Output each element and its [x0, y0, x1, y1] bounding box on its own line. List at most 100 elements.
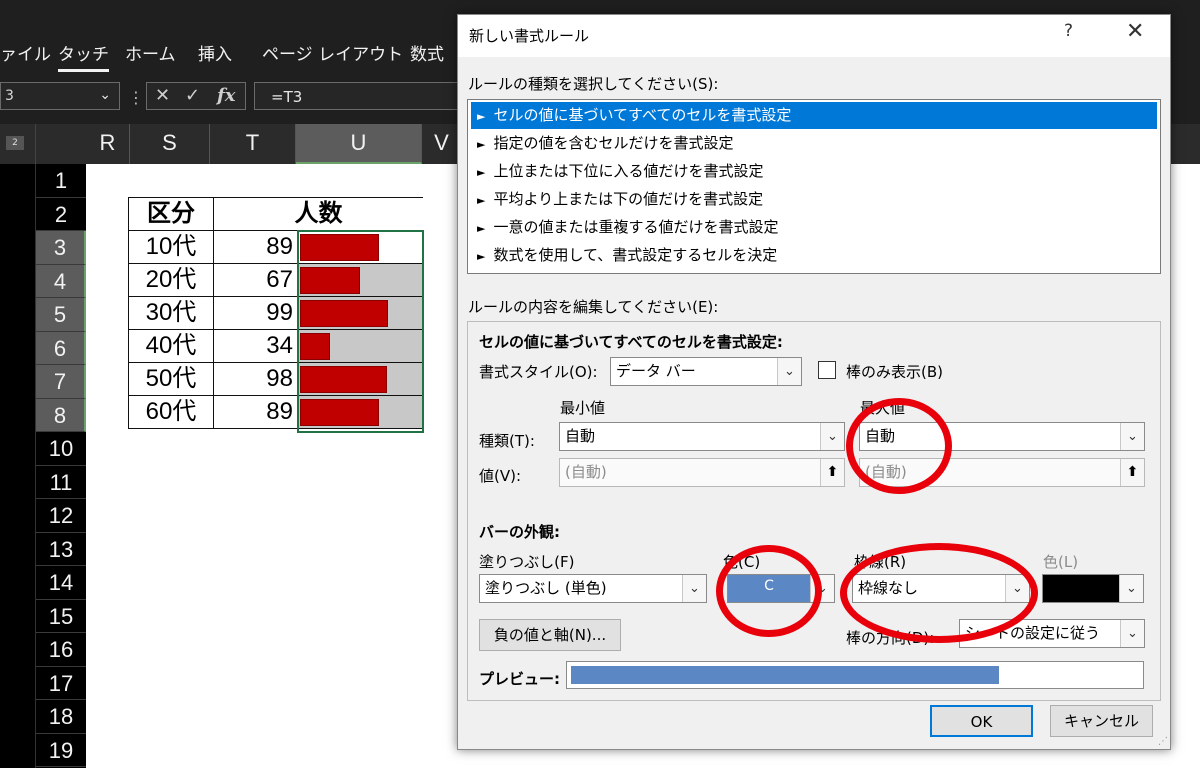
selection-outline: [297, 230, 424, 433]
border-color-picker[interactable]: ⌄: [1042, 574, 1144, 603]
row-header[interactable]: 3: [36, 231, 86, 265]
category-cell[interactable]: 50代: [128, 362, 214, 396]
min-label: 最小値: [560, 399, 606, 417]
rule-type-item[interactable]: ► 指定の値を含むセルだけを書式設定: [471, 130, 1157, 157]
column-header-t[interactable]: T: [210, 124, 296, 164]
row-header[interactable]: 18: [36, 700, 86, 734]
chevron-down-icon[interactable]: ⌄: [1120, 423, 1144, 450]
row-header[interactable]: 8: [36, 398, 86, 432]
triangle-right-icon: ►: [477, 166, 486, 179]
category-cell[interactable]: 10代: [128, 230, 214, 264]
check-icon[interactable]: ✓: [185, 85, 200, 106]
count-cell[interactable]: 99: [213, 296, 298, 330]
tab-touch[interactable]: タッチ: [58, 40, 109, 72]
border-color-label: 色(L): [1043, 553, 1079, 571]
row-header[interactable]: 14: [36, 566, 86, 600]
name-box[interactable]: 3 ⌄: [0, 82, 120, 110]
cancel-x-icon[interactable]: ✕: [155, 85, 170, 106]
function-icon[interactable]: fx: [217, 85, 235, 106]
chevron-down-icon[interactable]: ⌄: [820, 423, 844, 450]
count-cell[interactable]: 89: [213, 395, 298, 429]
count-cell[interactable]: 67: [213, 263, 298, 297]
negative-values-button[interactable]: 負の値と軸(N)...: [479, 619, 621, 651]
rule-type-item[interactable]: ► 数式を使用して、書式設定するセルを決定: [471, 242, 1157, 269]
rule-type-label: 上位または下位に入る値だけを書式設定: [493, 162, 764, 180]
min-value: (自動): [565, 463, 607, 481]
value-label: 値(V):: [479, 467, 522, 485]
column-header-s[interactable]: S: [130, 124, 210, 164]
rule-type-item[interactable]: ► 一意の値または重複する値だけを書式設定: [471, 214, 1157, 241]
count-cell[interactable]: 98: [213, 362, 298, 396]
outline-gutter: [0, 164, 36, 768]
min-type-select[interactable]: 自動 ⌄: [559, 422, 845, 451]
cancel-button[interactable]: キャンセル: [1050, 705, 1153, 737]
row-header[interactable]: 1: [36, 164, 86, 198]
row-header[interactable]: 4: [36, 264, 86, 298]
annotation-circle-max-type: [846, 398, 952, 494]
bar-only-checkbox[interactable]: [818, 361, 836, 379]
category-cell[interactable]: 40代: [128, 329, 214, 363]
border-color-swatch: [1043, 575, 1119, 602]
row-header[interactable]: 11: [36, 466, 86, 499]
rule-type-label: 平均より上または下の値だけを書式設定: [493, 190, 764, 208]
range-select-icon[interactable]: ⬆: [820, 459, 844, 486]
row-header[interactable]: 13: [36, 533, 86, 566]
tab-formulas[interactable]: 数式: [410, 40, 444, 65]
row-header[interactable]: 7: [36, 365, 86, 399]
range-select-icon[interactable]: ⬆: [1120, 459, 1144, 486]
row-header[interactable]: 6: [36, 331, 86, 365]
min-value-input[interactable]: (自動) ⬆: [559, 458, 845, 487]
rule-type-label: 一意の値または重複する値だけを書式設定: [493, 218, 779, 236]
chevron-down-icon[interactable]: ⌄: [1120, 620, 1144, 647]
count-cell[interactable]: 34: [213, 329, 298, 363]
column-header-u[interactable]: U: [296, 124, 422, 164]
row-header[interactable]: 10: [36, 432, 86, 466]
rule-type-item[interactable]: ► 平均より上または下の値だけを書式設定: [471, 186, 1157, 213]
resize-grip-icon[interactable]: ⋰: [1158, 736, 1168, 747]
tab-insert[interactable]: 挿入: [198, 40, 232, 65]
fill-label: 塗りつぶし(F): [479, 553, 575, 571]
row-header[interactable]: 5: [36, 298, 86, 332]
tab-home[interactable]: ホーム: [125, 40, 176, 65]
formula-input[interactable]: =T3: [254, 82, 464, 110]
select-all-corner[interactable]: 2: [0, 124, 36, 164]
header-category[interactable]: 区分: [128, 197, 214, 231]
outline-level-button[interactable]: 2: [6, 136, 24, 150]
rule-type-list[interactable]: ► セルの値に基づいてすべてのセルを書式設定 ► 指定の値を含むセルだけを書式設定 …: [467, 99, 1161, 274]
triangle-right-icon: ►: [477, 110, 486, 123]
column-header-v[interactable]: V: [422, 124, 462, 164]
tab-page-layout[interactable]: ページ レイアウト: [262, 40, 403, 65]
row-header[interactable]: 12: [36, 499, 86, 533]
count-cell[interactable]: 89: [213, 230, 298, 264]
min-type-value: 自動: [565, 427, 596, 445]
triangle-right-icon: ►: [477, 222, 486, 235]
rule-type-item[interactable]: ► セルの値に基づいてすべてのセルを書式設定: [471, 102, 1157, 129]
fill-select[interactable]: 塗りつぶし (単色) ⌄: [479, 574, 707, 603]
ok-button[interactable]: OK: [930, 705, 1033, 737]
chevron-down-icon[interactable]: ⌄: [1119, 575, 1143, 602]
header-count[interactable]: 人数: [213, 197, 423, 231]
category-cell[interactable]: 30代: [128, 296, 214, 330]
row-header[interactable]: 17: [36, 667, 86, 700]
chevron-down-icon[interactable]: ⌄: [99, 87, 111, 103]
help-icon[interactable]: ?: [1064, 21, 1073, 41]
rule-type-label: 指定の値を含むセルだけを書式設定: [493, 134, 734, 152]
chevron-down-icon[interactable]: ⌄: [682, 575, 706, 602]
rule-type-label: 数式を使用して、書式設定するセルを決定: [493, 246, 778, 264]
row-header[interactable]: 16: [36, 633, 86, 667]
category-cell[interactable]: 20代: [128, 263, 214, 297]
rule-type-item[interactable]: ► 上位または下位に入る値だけを書式設定: [471, 158, 1157, 185]
format-style-select[interactable]: データ バー ⌄: [610, 357, 802, 386]
name-box-value: 3: [5, 88, 14, 104]
row-header[interactable]: 19: [36, 734, 86, 767]
triangle-right-icon: ►: [477, 250, 486, 263]
row-header[interactable]: 2: [36, 198, 86, 231]
bar-only-label: 棒のみ表示(B): [846, 363, 943, 381]
close-icon[interactable]: ✕: [1126, 19, 1144, 44]
chevron-down-icon[interactable]: ⌄: [777, 358, 801, 385]
tab-file[interactable]: ァイル: [0, 40, 51, 65]
row-header[interactable]: 15: [36, 600, 86, 633]
column-header-r[interactable]: R: [86, 124, 130, 164]
category-cell[interactable]: 60代: [128, 395, 214, 429]
row-headers: 1 2 3 4 5 6 7 8 10 11 12 13 14 15 16 17 …: [36, 164, 86, 768]
